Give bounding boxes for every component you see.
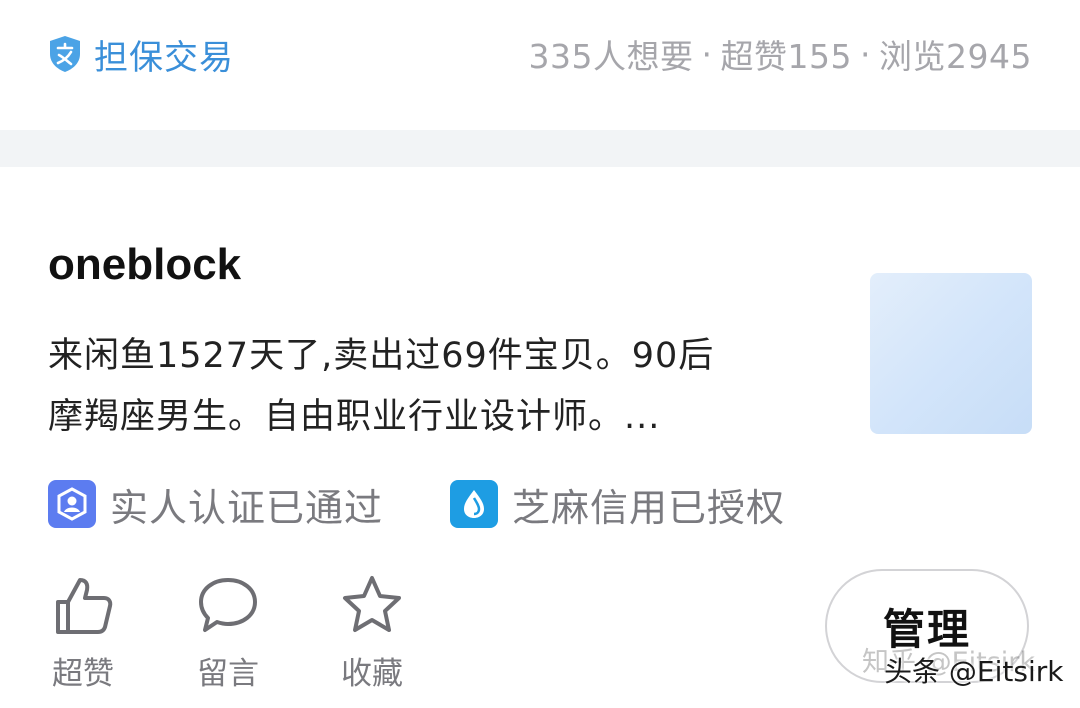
like-count: 超赞155 xyxy=(720,37,853,76)
seller-bio-line: 来闲鱼1527天了,卖出过69件宝贝。90后 xyxy=(48,336,715,376)
certification-label: 实人认证已通过 xyxy=(110,485,384,530)
action-label: 超赞 xyxy=(52,656,114,692)
thumbs-up-icon xyxy=(56,578,113,634)
stats-separator: · xyxy=(701,34,713,74)
guarantee-label: 担保交易 xyxy=(94,37,234,78)
seller-bio: 来闲鱼1527天了,卖出过69件宝贝。90后 摩羯座男生。自由职业行业设计师。.… xyxy=(48,326,818,448)
shield-icon xyxy=(50,36,80,72)
section-divider xyxy=(0,130,1080,167)
user-verified-icon xyxy=(48,480,96,528)
real-name-certification[interactable]: 实人认证已通过 xyxy=(48,479,384,530)
like-button[interactable]: 超赞 xyxy=(43,572,123,693)
star-icon xyxy=(343,576,401,632)
seller-avatar[interactable] xyxy=(870,273,1032,434)
favorite-button[interactable]: 收藏 xyxy=(332,572,412,693)
comment-button[interactable]: 留言 xyxy=(188,572,268,693)
want-count: 335人想要 xyxy=(528,37,694,76)
action-label: 收藏 xyxy=(341,656,403,692)
sesame-credit-certification[interactable]: 芝麻信用已授权 xyxy=(450,479,786,530)
view-count: 浏览2945 xyxy=(879,37,1032,76)
seller-bio-line: 摩羯座男生。自由职业行业设计师。... xyxy=(48,397,661,437)
action-label: 留言 xyxy=(197,656,259,692)
watermark: 头条 @Eitsirk xyxy=(884,655,1064,688)
certification-label: 芝麻信用已授权 xyxy=(512,485,786,530)
comment-bubble-icon xyxy=(199,578,257,632)
top-bar: 担保交易 335人想要 · 超赞155 · 浏览2945 xyxy=(0,0,1080,130)
sesame-credit-icon xyxy=(450,480,498,528)
stats-separator: · xyxy=(860,34,872,74)
seller-name[interactable]: oneblock xyxy=(48,240,241,290)
guarantee-trade[interactable]: 担保交易 xyxy=(48,32,234,78)
item-stats: 335人想要 · 超赞155 · 浏览2945 xyxy=(528,32,1032,77)
